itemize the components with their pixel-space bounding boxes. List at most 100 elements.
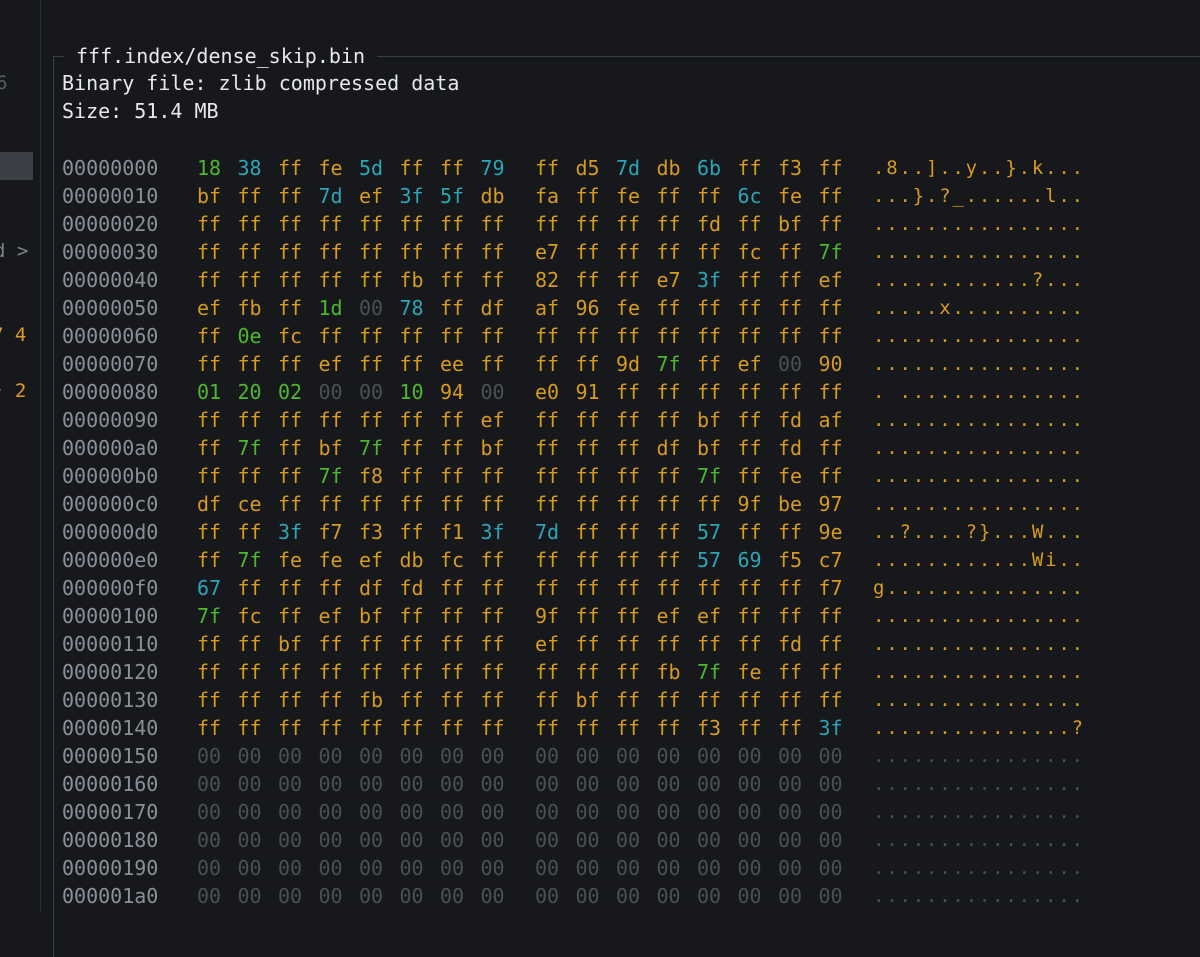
hex-byte: ff <box>237 576 262 600</box>
hex-byte: ff <box>237 268 262 292</box>
hex-byte: ef <box>197 296 222 320</box>
hex-byte: fc <box>278 324 303 348</box>
hex-byte: ff <box>535 660 560 684</box>
hex-byte: ff <box>656 548 681 572</box>
hex-byte: ff <box>535 548 560 572</box>
hex-byte: 00 <box>278 856 303 880</box>
hex-byte: ff <box>278 268 303 292</box>
hex-byte: ff <box>278 184 303 208</box>
hex-byte: ff <box>278 436 303 460</box>
hex-byte: 00 <box>818 884 843 908</box>
hex-offset: 00000190 <box>62 856 159 880</box>
hex-byte: ff <box>575 268 600 292</box>
hex-byte: fe <box>737 660 762 684</box>
hex-byte: ff <box>399 436 424 460</box>
ascii-column: ..?....?}...W... <box>873 521 1085 543</box>
hex-byte: 00 <box>440 828 465 852</box>
hex-offset: 00000160 <box>62 772 159 796</box>
hex-byte: 00 <box>535 800 560 824</box>
hex-byte: ff <box>237 240 262 264</box>
file-tree-sidebar[interactable]: 6 d > 7 4 • 2 <box>0 0 41 911</box>
hex-byte: 00 <box>737 744 762 768</box>
hex-byte: 7f <box>818 240 843 264</box>
hex-byte: ff <box>278 240 303 264</box>
hex-byte: f3 <box>359 520 384 544</box>
ascii-column: ................ <box>873 745 1085 767</box>
hex-byte: ff <box>359 324 384 348</box>
hex-byte: fc <box>737 240 762 264</box>
hex-byte: 82 <box>535 268 560 292</box>
hex-byte: 7f <box>318 464 343 488</box>
hex-byte: ff <box>318 632 343 656</box>
hex-byte: ff <box>318 492 343 516</box>
hex-byte: ff <box>656 324 681 348</box>
hex-byte: 00 <box>697 828 722 852</box>
hex-byte: ff <box>440 408 465 432</box>
hex-byte: ff <box>656 688 681 712</box>
hex-byte: ff <box>818 296 843 320</box>
hex-byte: ff <box>278 464 303 488</box>
hex-byte: ff <box>616 660 641 684</box>
hex-byte: 00 <box>697 856 722 880</box>
hex-byte: fb <box>237 296 262 320</box>
hex-byte: af <box>535 296 560 320</box>
hex-offset: 00000070 <box>62 352 159 376</box>
hex-byte: db <box>399 548 424 572</box>
hex-offset: 000000a0 <box>62 436 159 460</box>
hex-byte: 02 <box>278 380 303 404</box>
hex-byte: fe <box>778 464 803 488</box>
hex-byte: ef <box>737 352 762 376</box>
hex-byte: 00 <box>778 856 803 880</box>
hex-byte: ff <box>197 436 222 460</box>
hex-offset: 00000130 <box>62 688 159 712</box>
hex-byte: ff <box>737 464 762 488</box>
hex-byte: ff <box>616 212 641 236</box>
hex-byte: ff <box>737 212 762 236</box>
hex-byte: ff <box>778 324 803 348</box>
hex-byte: 00 <box>656 744 681 768</box>
hex-byte: ff <box>480 604 505 628</box>
hex-byte: f3 <box>697 716 722 740</box>
hex-byte: 3f <box>278 520 303 544</box>
hex-byte: c7 <box>818 548 843 572</box>
hex-byte: 00 <box>237 884 262 908</box>
hex-byte: bf <box>359 604 384 628</box>
hex-byte: ff <box>535 212 560 236</box>
hex-byte: ff <box>237 660 262 684</box>
hex-byte: df <box>197 492 222 516</box>
hex-byte: 00 <box>818 800 843 824</box>
hex-byte: ff <box>737 156 762 180</box>
hex-byte: 00 <box>399 828 424 852</box>
hex-byte: db <box>480 184 505 208</box>
hex-byte: ff <box>440 436 465 460</box>
hex-byte: ef <box>535 632 560 656</box>
hex-byte: 5f <box>440 184 465 208</box>
hex-byte: ff <box>480 324 505 348</box>
hex-offset: 000001a0 <box>62 884 159 908</box>
hex-byte: ff <box>399 464 424 488</box>
selected-file-highlight[interactable] <box>0 152 33 180</box>
hex-byte: ff <box>778 716 803 740</box>
hex-byte: f7 <box>818 576 843 600</box>
ascii-column: . .............. <box>873 381 1085 403</box>
hex-byte: ff <box>535 716 560 740</box>
hex-byte: ff <box>616 716 641 740</box>
hex-byte: ff <box>818 604 843 628</box>
hex-byte: f8 <box>359 464 384 488</box>
hex-offset: 000000d0 <box>62 520 159 544</box>
hex-byte: 00 <box>278 772 303 796</box>
pane-title: fff.index/dense_skip.bin <box>64 43 377 69</box>
hex-byte: 9d <box>616 352 641 376</box>
hex-byte: ff <box>359 268 384 292</box>
hex-byte: ff <box>440 240 465 264</box>
hex-byte: 00 <box>818 744 843 768</box>
sidebar-fragment-dir[interactable]: d > <box>0 240 28 262</box>
hex-byte: ff <box>480 688 505 712</box>
hex-byte: ff <box>535 324 560 348</box>
hex-byte: 00 <box>656 828 681 852</box>
hex-byte: 00 <box>616 744 641 768</box>
hex-byte: 00 <box>480 884 505 908</box>
hex-byte: 00 <box>818 856 843 880</box>
hex-byte: 00 <box>197 772 222 796</box>
hex-byte: ff <box>616 492 641 516</box>
